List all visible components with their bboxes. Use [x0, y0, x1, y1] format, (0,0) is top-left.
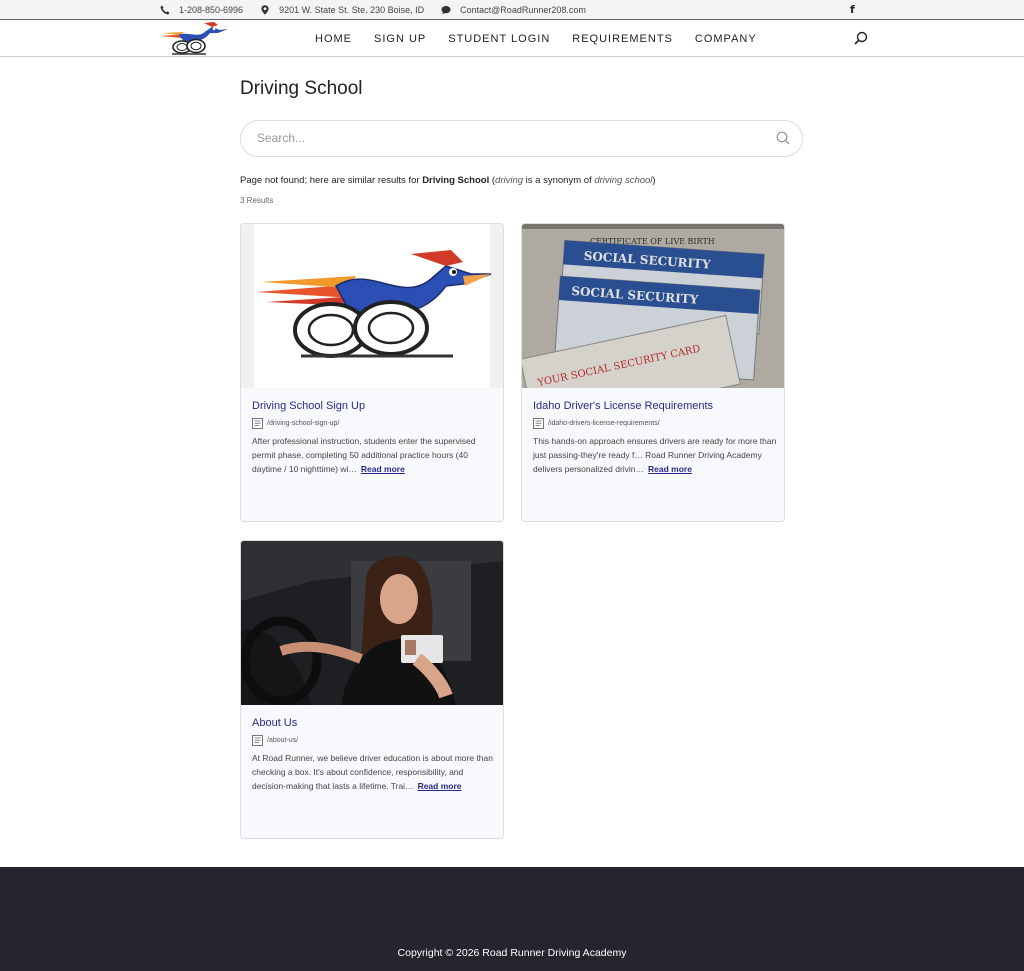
copyright-text: Copyright © 2026 Road Runner Driving Aca… — [397, 947, 627, 959]
result-card[interactable]: Driving School Sign Up /driving-school-s… — [240, 223, 504, 522]
roadrunner-logo[interactable] — [156, 21, 234, 55]
result-thumbnail[interactable] — [241, 224, 503, 388]
location-pin-icon — [261, 5, 269, 15]
read-more-link[interactable]: Read more — [418, 781, 462, 791]
nav-student-login[interactable]: STUDENT LOGIN — [448, 33, 550, 45]
result-excerpt: After professional instruction, students… — [252, 434, 496, 476]
nav-sign-up[interactable]: SIGN UP — [374, 33, 426, 45]
main-navbar: HOME SIGN UP STUDENT LOGIN REQUIREMENTS … — [0, 20, 1024, 57]
notice-synonym: driving school — [594, 175, 653, 186]
search-submit-icon[interactable] — [776, 131, 790, 145]
result-title[interactable]: Idaho Driver's License Requirements — [533, 400, 713, 412]
address-contact[interactable]: 9201 W. State St. Ste. 230 Boise, ID — [260, 5, 424, 15]
chat-bubble-icon — [441, 6, 451, 15]
result-card[interactable]: CERTIFICATE OF LIVE BIRTH SOCIAL SECURIT… — [521, 223, 785, 522]
search-box — [240, 120, 803, 157]
nav-home[interactable]: HOME — [315, 33, 352, 45]
nav-requirements[interactable]: REQUIREMENTS — [572, 33, 673, 45]
result-title[interactable]: About Us — [252, 717, 297, 729]
notice-word: driving — [495, 175, 524, 186]
notice-prefix: Page not found; here are similar results… — [240, 175, 423, 186]
page-title: Driving School — [240, 78, 363, 99]
driver-photo-image — [241, 541, 503, 705]
documents-image: CERTIFICATE OF LIVE BIRTH SOCIAL SECURIT… — [522, 224, 784, 388]
result-card[interactable]: About Us /about-us/ At Road Runner, we b… — [240, 540, 504, 839]
not-found-notice: Page not found; here are similar results… — [240, 175, 656, 186]
notice-close: ) — [652, 175, 656, 186]
phone-number: 1-208-850-6996 — [179, 5, 244, 15]
phone-contact[interactable]: 1-208-850-6996 — [160, 5, 243, 15]
results-count: 3 Results — [240, 196, 274, 205]
top-bar: 1-208-850-6996 9201 W. State St. Ste. 23… — [0, 0, 1024, 20]
search-input[interactable] — [257, 131, 757, 145]
primary-nav: HOME SIGN UP STUDENT LOGIN REQUIREMENTS … — [315, 20, 779, 57]
site-footer: Copyright © 2026 Road Runner Driving Aca… — [0, 867, 1024, 971]
phone-icon — [160, 5, 170, 15]
notice-mid: is a synonym of — [523, 175, 595, 186]
result-url-text: /about-us/ — [267, 737, 299, 744]
page-icon — [252, 418, 263, 429]
result-url: /idaho-drivers-license-requirements/ — [533, 418, 660, 429]
result-url-text: /driving-school-sign-up/ — [267, 420, 340, 427]
facebook-icon[interactable]: f — [850, 3, 855, 16]
result-excerpt: At Road Runner, we believe driver educat… — [252, 751, 496, 793]
contact-info: 1-208-850-6996 9201 W. State St. Ste. 23… — [160, 0, 603, 20]
result-excerpt: This hands-on approach ensures drivers a… — [533, 434, 777, 476]
read-more-link[interactable]: Read more — [648, 464, 692, 474]
roadrunner-mascot-image — [254, 224, 492, 388]
result-thumbnail[interactable]: CERTIFICATE OF LIVE BIRTH SOCIAL SECURIT… — [522, 224, 784, 388]
search-icon[interactable] — [854, 31, 868, 45]
notice-query: Driving School — [422, 175, 490, 186]
email-address: Contact@RoadRunner208.com — [460, 5, 586, 15]
result-url: /driving-school-sign-up/ — [252, 418, 339, 429]
result-title[interactable]: Driving School Sign Up — [252, 400, 365, 412]
result-thumbnail[interactable] — [241, 541, 503, 705]
result-url: /about-us/ — [252, 735, 298, 746]
page-icon — [252, 735, 263, 746]
page-icon — [533, 418, 544, 429]
read-more-link[interactable]: Read more — [361, 464, 405, 474]
result-url-text: /idaho-drivers-license-requirements/ — [548, 420, 660, 427]
email-contact[interactable]: Contact@RoadRunner208.com — [441, 5, 586, 15]
nav-company[interactable]: COMPANY — [695, 33, 757, 45]
address-text: 9201 W. State St. Ste. 230 Boise, ID — [279, 5, 425, 15]
